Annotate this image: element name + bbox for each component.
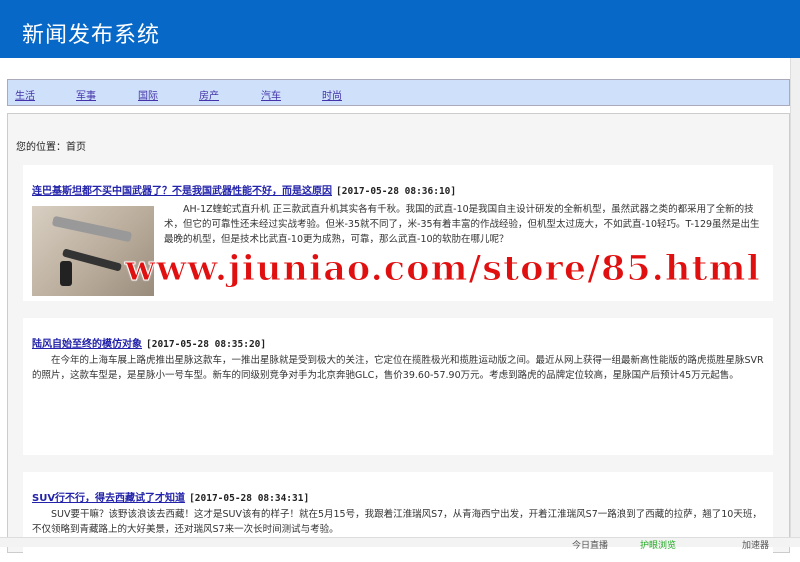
breadcrumb: 您的位置：首页 bbox=[16, 142, 86, 153]
nav-item-realestate[interactable]: 房产 bbox=[199, 87, 219, 102]
nav-bar: 生活 军事 国际 房产 汽车 时尚 bbox=[7, 79, 790, 106]
nav-item-fashion[interactable]: 时尚 bbox=[322, 87, 342, 102]
nav-item-international[interactable]: 国际 bbox=[138, 87, 158, 102]
live-button[interactable]: 今日直播 bbox=[572, 538, 608, 551]
nav-item-life[interactable]: 生活 bbox=[15, 87, 35, 102]
article-summary: SUV要干嘛？该野该浪该去西藏！这才是SUV该有的样子！就在5月15号，我跟着江… bbox=[32, 509, 762, 535]
article-title-link[interactable]: 陆风自始至终的模仿对象 bbox=[32, 339, 142, 350]
article-time: [2017-05-28 08:35:20] bbox=[146, 339, 267, 350]
nav-item-auto[interactable]: 汽车 bbox=[261, 87, 281, 102]
article-title-link[interactable]: 连巴基斯坦都不买中国武器了？不是我国武器性能不好，而是这原因 bbox=[32, 186, 332, 197]
browser-status-bar: 今日直播 护眼浏览 加速器 bbox=[0, 537, 800, 551]
site-title: 新闻发布系统 bbox=[22, 23, 161, 48]
main-content: 您的位置：首页 连巴基斯坦都不买中国武器了？不是我国武器性能不好，而是这原因 [2… bbox=[7, 113, 790, 562]
article-summary: 在今年的上海车展上路虎推出星脉这款车，一推出星脉就是受到极大的关注，它定位在揽胜… bbox=[32, 355, 764, 381]
article-card: 陆风自始至终的模仿对象 [2017-05-28 08:35:20] 在今年的上海车… bbox=[23, 318, 773, 455]
scrollbar[interactable] bbox=[790, 58, 800, 538]
header: 新闻发布系统 bbox=[0, 0, 800, 58]
nav-item-military[interactable]: 军事 bbox=[76, 87, 96, 102]
article-summary: AH-1Z蝰蛇式直升机 正三款武直升机其实各有千秋。我国的武直-10是我国自主设… bbox=[164, 204, 760, 245]
article-time: [2017-05-28 08:34:31] bbox=[189, 493, 310, 504]
article-time: [2017-05-28 08:36:10] bbox=[336, 186, 457, 197]
watermark: www.jiuniao.com/store/85.html bbox=[125, 248, 761, 290]
article-title-link[interactable]: SUV行不行，得去西藏试了才知道 bbox=[32, 493, 185, 504]
eye-care-button[interactable]: 护眼浏览 bbox=[640, 538, 676, 551]
accelerator-button[interactable]: 加速器 bbox=[742, 538, 769, 551]
